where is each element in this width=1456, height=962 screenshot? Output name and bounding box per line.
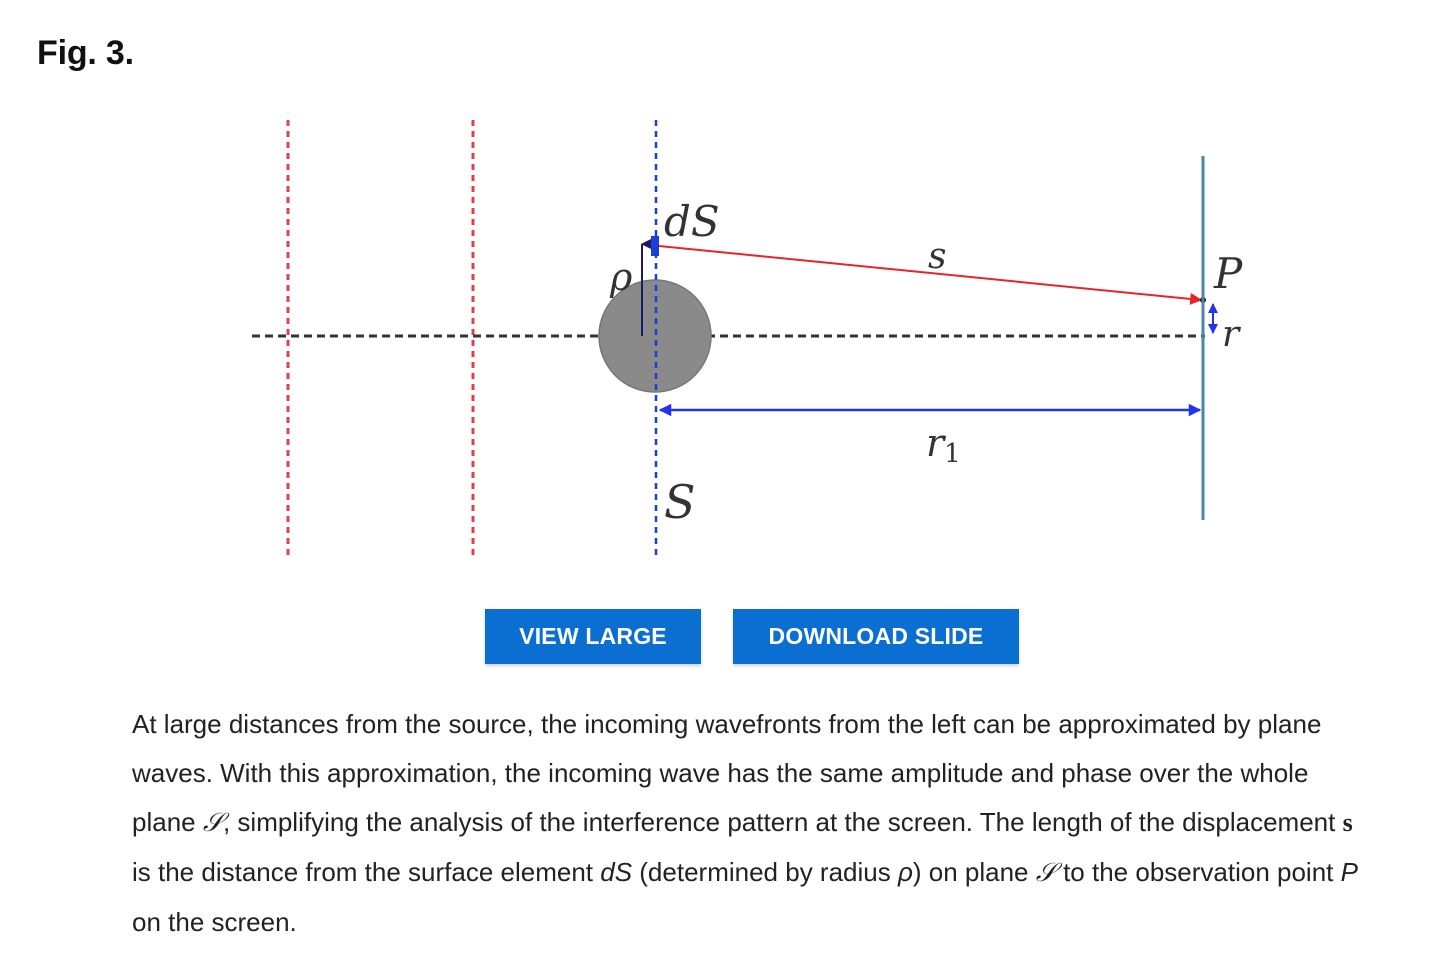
point-p-symbol: P [1340,857,1358,887]
label-r: r [1222,314,1241,355]
surface-element-symbol: dS [600,857,633,887]
label-r1-subscript: 1 [944,439,961,469]
label-plane-s: S [664,475,696,529]
rho-symbol: ρ [897,857,913,887]
figure-diagram: dS s P ρ r r1 S [252,120,1243,557]
surface-element-ds [651,236,659,256]
displacement-symbol: s [1342,808,1353,837]
download-slide-button[interactable]: DOWNLOAD SLIDE [733,609,1019,664]
plane-symbol-2: 𝒮 [1035,858,1056,888]
view-large-button[interactable]: VIEW LARGE [485,609,701,664]
label-r1: r1 [926,421,961,469]
label-ds: dS [664,197,720,246]
plane-symbol: 𝒮 [202,808,223,838]
label-rho: ρ [609,255,633,299]
label-s: s [928,236,946,277]
label-p: P [1213,249,1243,298]
figure-caption: At large distances from the source, the … [132,709,1358,937]
